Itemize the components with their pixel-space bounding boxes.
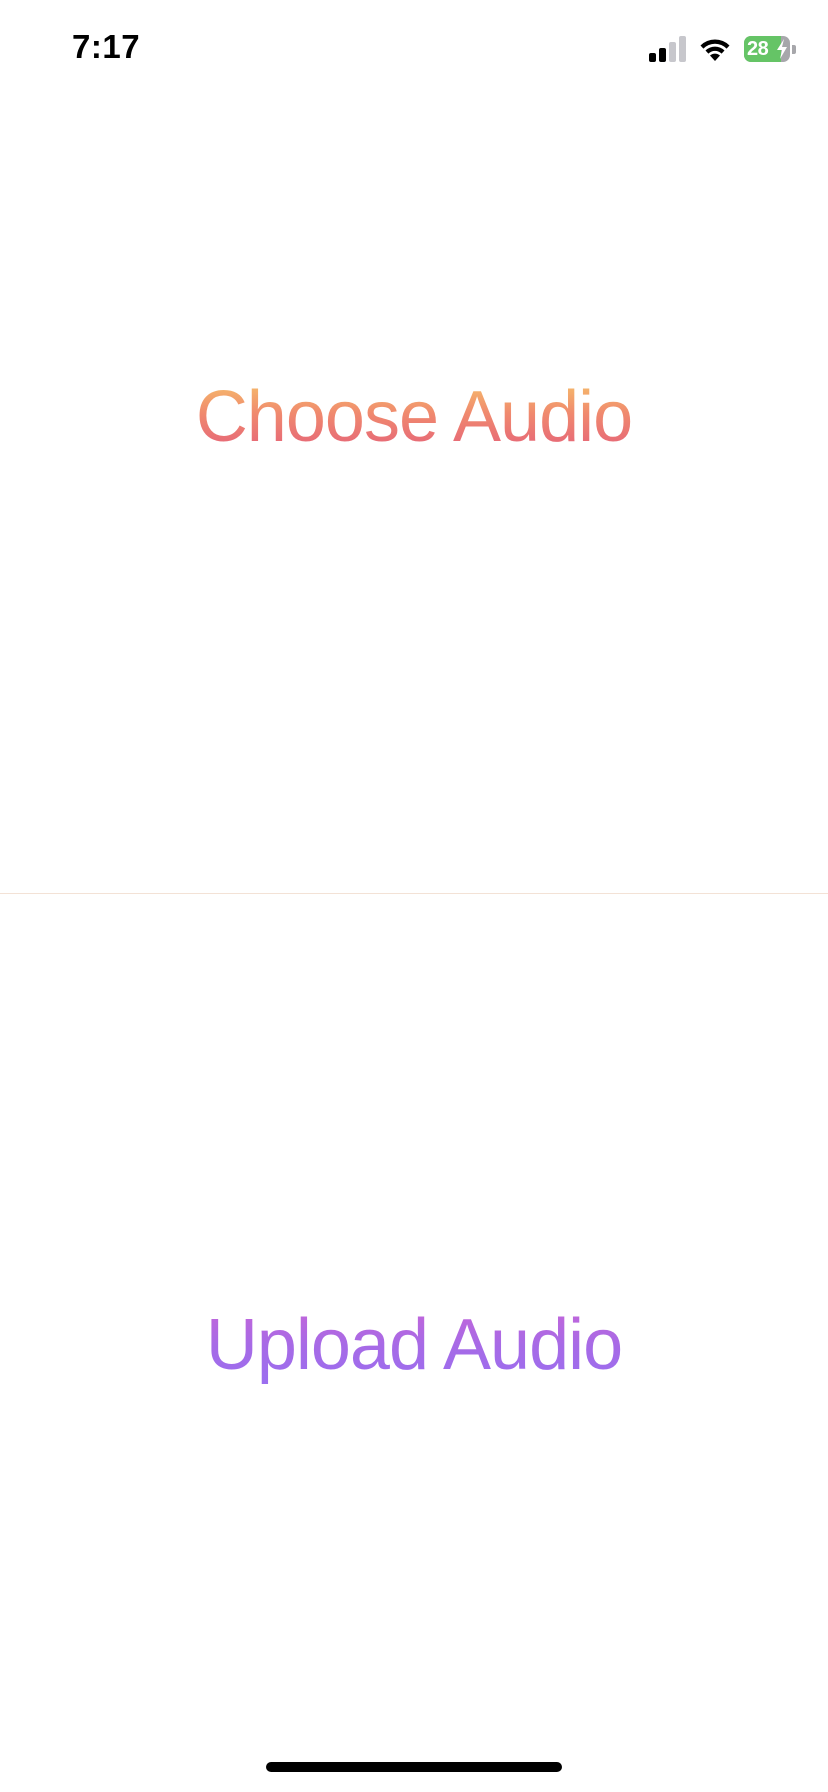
battery-level: 28 bbox=[747, 38, 769, 60]
audio-source-screen: 7:17 28 Choose Audio Upload Audio bbox=[0, 0, 828, 1792]
choose-audio-label: Choose Audio bbox=[195, 376, 633, 457]
home-indicator[interactable] bbox=[266, 1762, 562, 1772]
upload-audio-button[interactable]: Upload Audio bbox=[0, 894, 828, 1792]
charging-bolt-icon bbox=[777, 39, 787, 59]
battery-body: 28 bbox=[744, 36, 790, 62]
choose-audio-button[interactable]: Choose Audio bbox=[0, 0, 828, 893]
upload-audio-label: Upload Audio bbox=[205, 1304, 623, 1385]
